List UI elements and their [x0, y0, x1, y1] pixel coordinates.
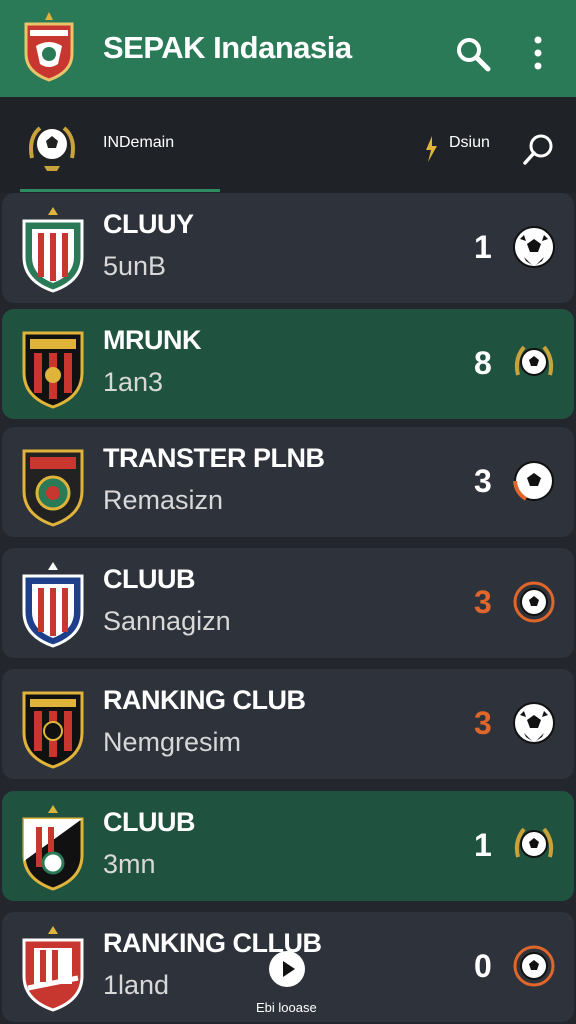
federation-logo-icon[interactable]	[22, 10, 76, 82]
soccer-ball-icon	[514, 345, 554, 376]
club-subtitle: 1land	[103, 970, 170, 1000]
soccer-ball-icon	[513, 702, 555, 744]
club-row[interactable]: MRUNK 1an3 8	[2, 309, 574, 419]
club-name: CLUUB	[103, 807, 196, 837]
club-name: CLUUB	[103, 564, 196, 594]
club-subtitle: Nemgresim	[103, 727, 242, 757]
club-crest-icon	[22, 691, 84, 769]
caption-text: Ebi looase	[256, 1000, 317, 1015]
soccer-ball-icon	[513, 581, 555, 623]
club-score: 1	[474, 827, 492, 863]
club-crest-icon	[22, 331, 84, 409]
club-row[interactable]: RANKING CLUB Nemgresim 3	[2, 669, 574, 779]
club-name: CLUUY	[103, 209, 194, 239]
club-name: MRUNK	[103, 325, 202, 355]
club-crest-icon	[22, 926, 84, 1012]
tab-indicator	[20, 189, 220, 192]
club-crest-icon	[22, 449, 84, 527]
league-logo-icon	[29, 126, 75, 171]
club-score: 3	[474, 584, 492, 620]
search-icon[interactable]	[522, 132, 556, 166]
club-score: 0	[474, 948, 492, 984]
club-score: 1	[474, 229, 492, 265]
club-subtitle: 1an3	[103, 367, 164, 397]
club-crest-icon	[22, 805, 84, 891]
club-name: TRANSTER PLNB	[103, 443, 325, 473]
app-title: SEPAK Indanasia	[103, 30, 352, 65]
club-row[interactable]: TRANSTER PLNB Remasizn 3	[2, 427, 574, 537]
soccer-ball-icon	[513, 461, 554, 501]
club-row[interactable]: CLUUB 3mn 1	[2, 791, 574, 901]
club-crest-icon	[22, 562, 84, 648]
play-icon	[283, 961, 295, 977]
club-name: RANKING CLUB	[103, 685, 306, 715]
club-subtitle: Sannagizn	[103, 606, 231, 636]
more-vert-icon[interactable]	[528, 36, 548, 70]
league-name[interactable]: INDemain	[103, 134, 174, 152]
club-score: 8	[474, 345, 492, 381]
club-subtitle: 5unB	[103, 251, 167, 281]
search-icon[interactable]	[455, 36, 491, 72]
season-selector[interactable]: Dsiun	[449, 134, 490, 152]
club-subtitle: Remasizn	[103, 485, 224, 515]
bolt-icon	[426, 136, 437, 162]
club-score: 3	[474, 705, 492, 741]
club-crest-icon	[22, 207, 84, 293]
soccer-ball-icon	[513, 226, 555, 268]
club-row[interactable]: CLUUY 5unB 1	[2, 193, 574, 303]
app-bar: SEPAK Indanasia	[0, 0, 576, 97]
club-score: 3	[474, 463, 492, 499]
soccer-ball-icon	[514, 827, 554, 858]
club-subtitle: 3mn	[103, 849, 156, 879]
club-row[interactable]: CLUUB Sannagizn 3	[2, 548, 574, 658]
play-button[interactable]	[269, 951, 305, 987]
soccer-ball-icon	[513, 945, 555, 987]
